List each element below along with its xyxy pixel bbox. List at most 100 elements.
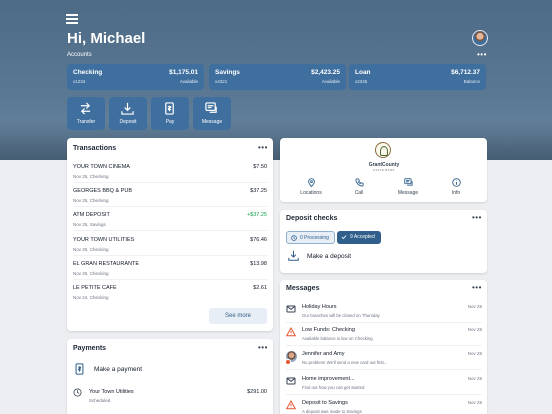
account-number: x1234 — [73, 79, 86, 84]
deposit-checks-title: Deposit checks — [286, 215, 338, 222]
divider — [286, 322, 482, 323]
message-row[interactable]: Home improvement... Find out how you can… — [286, 376, 482, 400]
warning-icon — [286, 400, 296, 410]
pay-button[interactable]: Pay — [151, 97, 189, 130]
divider — [73, 255, 267, 256]
message-row[interactable]: Deposit to Savings A deposit was made to… — [286, 400, 482, 414]
message-row[interactable]: Holiday Hours Our branches will be close… — [286, 304, 482, 328]
info-label: Info — [451, 190, 461, 196]
message-preview: Our branches will be closed on Thursday — [302, 313, 380, 318]
transactions-more-icon[interactable]: ••• — [258, 143, 268, 152]
make-payment-label: Make a payment — [94, 366, 143, 373]
payment-name: Your Town Utilities — [89, 389, 134, 395]
deposit-label: Deposit — [119, 119, 137, 125]
deposit-icon — [288, 250, 299, 261]
message-title: Home improvement... — [302, 376, 355, 382]
message-preview: Find out how you can get started — [302, 385, 365, 390]
message-date: Nov 25 — [467, 376, 482, 381]
account-amount: $6,712.37 — [451, 69, 480, 76]
message-date: Nov 25 — [467, 351, 482, 356]
avatar[interactable] — [472, 30, 488, 46]
payment-status: Scheduled — [89, 398, 111, 403]
messages-title: Messages — [286, 285, 320, 292]
envelope-icon — [286, 377, 296, 385]
divider — [286, 345, 482, 346]
transaction-row[interactable]: LE PETITE CAFE Nov 24, Checking $2.61 — [73, 285, 267, 307]
payment-row[interactable]: Your Town Utilities Scheduled $291.00 — [73, 388, 267, 408]
account-card-savings[interactable]: Savings $2,423.25 x4321 Available — [209, 64, 346, 90]
see-more-button[interactable]: See more — [209, 308, 267, 324]
account-balance-type: Available — [321, 79, 340, 84]
bank-logo — [375, 142, 391, 158]
account-name: Checking — [73, 69, 103, 76]
transactions-title: Transactions — [73, 145, 117, 152]
pay-icon — [165, 102, 174, 115]
info-button[interactable]: Info — [436, 178, 476, 196]
account-number: x4321 — [215, 79, 228, 84]
message-preview: Available balance is low on Checking — [302, 336, 373, 341]
unread-badge — [285, 359, 291, 365]
divider — [286, 369, 482, 370]
make-payment-button[interactable]: Make a payment — [73, 363, 267, 377]
make-deposit-button[interactable]: Make a deposit — [286, 250, 476, 264]
transfer-button[interactable]: Transfer — [67, 97, 105, 130]
deposit-checks-more-icon[interactable]: ••• — [472, 213, 482, 222]
locations-label: Locations — [300, 190, 322, 196]
transaction-name: EL GRAN RESTAURANTE — [73, 261, 140, 267]
transaction-date: Nov 25, Checking — [73, 174, 109, 179]
processing-chip[interactable]: 0 Processing — [286, 231, 335, 244]
bank-message-button[interactable]: Message — [388, 178, 428, 196]
page-title: Hi, Michael — [67, 30, 146, 47]
accounts-more-icon[interactable]: ••• — [477, 50, 487, 59]
transaction-date: Nov 25, Savings — [73, 222, 106, 227]
message-row[interactable]: Low Funds: Checking Available balance is… — [286, 327, 482, 351]
message-title: Low Funds: Checking — [302, 327, 355, 333]
transaction-amount: $7.50 — [253, 164, 267, 170]
divider — [73, 182, 267, 183]
deposit-icon — [121, 102, 134, 115]
transaction-name: YOUR TOWN CINEMA — [73, 164, 130, 170]
transaction-date: Nov 25, Checking — [73, 198, 109, 203]
bank-subtitle: STATE BANK — [373, 168, 395, 172]
call-button[interactable]: Call — [339, 178, 379, 196]
account-card-loan[interactable]: Loan $6,712.37 x2345 Balance — [349, 64, 486, 90]
message-preview: A deposit was made to Savings — [302, 409, 362, 414]
transaction-name: GEORGES BBQ & PUB — [73, 188, 132, 194]
phone-icon — [354, 178, 364, 187]
transaction-name: ATM DEPOSIT — [73, 212, 110, 218]
transaction-amount: $2.61 — [253, 285, 267, 291]
messages-more-icon[interactable]: ••• — [472, 283, 482, 292]
transaction-amount: $37.25 — [250, 188, 267, 194]
message-icon — [403, 178, 413, 186]
menu-icon[interactable] — [66, 14, 78, 24]
deposit-button[interactable]: Deposit — [109, 97, 147, 130]
message-row[interactable]: Jennifer and Amy No problem! We'll send … — [285, 351, 482, 375]
transaction-date: Nov 25, Checking — [73, 271, 109, 276]
message-button[interactable]: Message — [193, 97, 231, 130]
transaction-date: Nov 24, Checking — [73, 295, 109, 300]
payments-title: Payments — [73, 345, 107, 352]
transaction-name: LE PETITE CAFE — [73, 285, 117, 291]
message-date: Nov 25 — [467, 304, 482, 309]
account-balance-type: Balance — [463, 79, 480, 84]
transaction-name: YOUR TOWN UTILITIES — [73, 237, 135, 243]
check-icon — [341, 235, 347, 240]
payment-amount: $291.00 — [247, 389, 267, 395]
make-deposit-label: Make a deposit — [307, 253, 352, 260]
bank-message-label: Message — [397, 190, 419, 196]
account-name: Loan — [355, 69, 371, 76]
divider — [73, 230, 267, 231]
locations-button[interactable]: Locations — [291, 178, 331, 196]
transfer-icon — [80, 102, 91, 115]
pay-label: Pay — [165, 119, 175, 125]
account-amount: $2,423.25 — [311, 69, 340, 76]
account-balance-type: Available — [179, 79, 198, 84]
accepted-chip[interactable]: 9 Accepted — [337, 231, 381, 244]
account-amount: $1,175.01 — [169, 69, 198, 76]
payments-more-icon[interactable]: ••• — [258, 343, 268, 352]
account-card-checking[interactable]: Checking $1,175.01 x1234 Available — [67, 64, 204, 90]
message-title: Deposit to Savings — [302, 400, 348, 406]
account-name: Savings — [215, 69, 240, 76]
pay-icon — [75, 363, 84, 375]
message-preview: No problem! We'll send a new card out fi… — [302, 360, 388, 365]
